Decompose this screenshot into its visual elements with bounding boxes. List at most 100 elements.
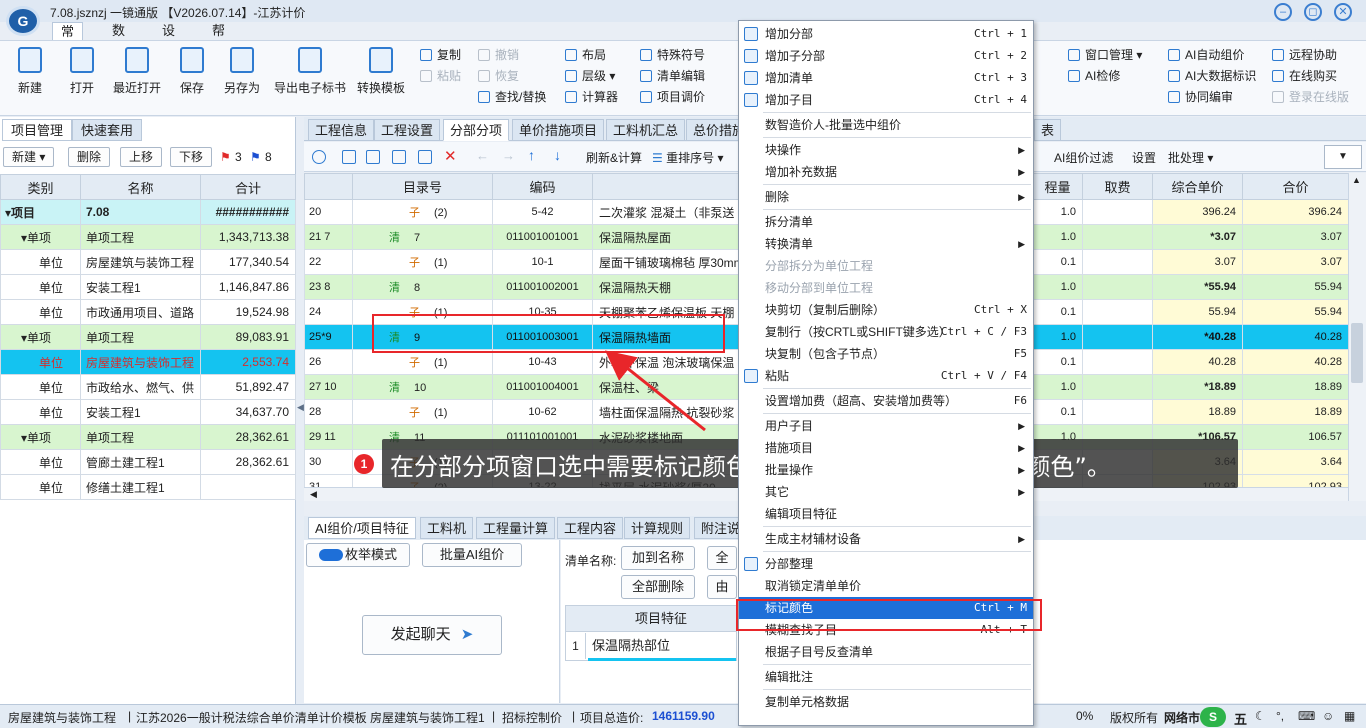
col-row-no[interactable] xyxy=(304,173,353,200)
menu-item[interactable]: 移动分部到单位工程 xyxy=(739,277,1033,299)
col-category[interactable]: 类别 xyxy=(0,174,81,200)
batch-button[interactable]: 批处理 ▾ xyxy=(1168,149,1213,166)
cell-unit-price[interactable]: *3.07 xyxy=(1152,224,1243,250)
tab-work-content[interactable]: 工程内容 xyxy=(557,517,624,539)
cell-fee[interactable] xyxy=(1082,249,1153,275)
level-button[interactable]: 层级 ▾ xyxy=(565,67,615,85)
red-flag-icon[interactable]: ⚑ xyxy=(220,150,231,164)
menu-item[interactable]: 增加清单 Ctrl + 3 xyxy=(739,67,1033,89)
cell-unit-price[interactable]: *55.94 xyxy=(1152,274,1243,300)
tab-quantity-calc[interactable]: 工程量计算 xyxy=(476,517,556,539)
cell-fee[interactable] xyxy=(1082,299,1153,325)
cell-amount[interactable]: 18.89 xyxy=(1242,374,1348,400)
tree-cell-name[interactable]: 7.08 xyxy=(80,199,201,225)
ime-logo-icon[interactable]: S xyxy=(1200,707,1226,727)
tree-cell-name[interactable]: 市政通用项目、道路 xyxy=(80,299,201,325)
cell-unit-price[interactable]: 18.89 xyxy=(1152,399,1243,425)
menu-item[interactable]: 转换清单 ▶ xyxy=(739,233,1033,255)
cell-dir-no[interactable]: 子 (1) xyxy=(352,399,493,425)
menu-item[interactable]: 数智造价人-批量选中组价 xyxy=(739,114,1033,136)
tab-reports[interactable]: 表 xyxy=(1034,119,1062,141)
menu-item[interactable]: 用户子目 ▶ xyxy=(739,415,1033,437)
cell-quantity[interactable]: 1.0 xyxy=(1032,374,1083,400)
copy-button[interactable]: 复制 xyxy=(420,46,461,64)
tree-cell-name[interactable]: 修缮土建工程1 xyxy=(80,474,201,500)
cell-code[interactable]: 10-1 xyxy=(492,249,593,275)
feature-row-text[interactable]: 保温隔热部位 xyxy=(592,633,670,659)
menu-tab-common[interactable]: 常用 xyxy=(52,22,84,57)
cell-quantity[interactable]: 0.1 xyxy=(1032,399,1083,425)
tree-cell-total[interactable]: 89,083.91 xyxy=(200,324,296,350)
ai-autoprice-button[interactable]: AI自动组价 xyxy=(1168,46,1244,64)
tree-cell-total[interactable]: 1,146,847.86 xyxy=(200,274,296,300)
cell-unit-price[interactable]: *18.89 xyxy=(1152,374,1243,400)
tree-cell-total[interactable]: 2,553.74 xyxy=(200,349,296,375)
cell-code[interactable]: 011001001001 xyxy=(492,224,593,250)
menu-item[interactable]: 生成主材辅材设备 ▶ xyxy=(739,528,1033,550)
cell-quantity[interactable]: 1.0 xyxy=(1032,274,1083,300)
tree-cell-name[interactable]: 市政给水、燃气、供 xyxy=(80,374,201,400)
cell-unit-price[interactable]: 55.94 xyxy=(1152,299,1243,325)
tree-cell-total[interactable]: ########### xyxy=(200,199,296,225)
cell-unit-price[interactable]: *40.28 xyxy=(1152,324,1243,350)
user-icon[interactable]: ☺ xyxy=(1322,709,1334,723)
cell-amount[interactable]: 40.28 xyxy=(1242,349,1348,375)
cell-unit-price[interactable]: 40.28 xyxy=(1152,349,1243,375)
tab-labor-material[interactable]: 工料机 xyxy=(420,517,474,539)
online-buy-button[interactable]: 在线购买 xyxy=(1272,67,1337,85)
delete-icon[interactable]: ✕ xyxy=(444,147,457,165)
new-button[interactable]: 新建 xyxy=(18,47,42,96)
cell-quantity[interactable]: 1.0 xyxy=(1032,324,1083,350)
menu-item[interactable]: 复制单元格数据 xyxy=(739,691,1033,713)
menu-item[interactable]: 增加子分部 Ctrl + 2 xyxy=(739,45,1033,67)
delete-all-button[interactable]: 全部删除 xyxy=(621,575,695,599)
tab-labor-material-summary[interactable]: 工料机汇总 xyxy=(606,119,686,141)
collapse-left-icon[interactable]: ◀ xyxy=(297,402,304,413)
menu-item[interactable]: 增加子目 Ctrl + 4 xyxy=(739,89,1033,111)
cell-row-no[interactable]: 29 11 xyxy=(304,424,353,450)
cell-dir-no[interactable]: 子 (1) xyxy=(352,349,493,375)
tab-divisional-items[interactable]: 分部分项 xyxy=(443,119,510,141)
tree-cell-name[interactable]: 安装工程1 xyxy=(80,399,201,425)
tree-cell-category[interactable]: 单位 xyxy=(0,399,81,425)
export-bid-button[interactable]: 导出电子标书 xyxy=(274,47,346,96)
tree-cell-category[interactable]: 单位 xyxy=(0,349,81,375)
cell-code[interactable]: 10-43 xyxy=(492,349,593,375)
punct-icon[interactable]: °, xyxy=(1276,709,1284,723)
cell-row-no[interactable]: 25*9 xyxy=(304,324,353,350)
refresh-calc-button[interactable]: 刷新&计算 xyxy=(586,149,642,166)
batch-ai-pricing-button[interactable]: 批量AI组价 xyxy=(422,543,522,567)
col-total[interactable]: 合计 xyxy=(200,174,296,200)
convert-template-button[interactable]: 转换模板 xyxy=(357,47,405,96)
cell-amount[interactable]: 106.57 xyxy=(1242,424,1348,450)
tree-cell-total[interactable]: 177,340.54 xyxy=(200,249,296,275)
menu-item[interactable]: 设置增加费（超高、安装增加费等） F6 xyxy=(739,390,1033,412)
scroll-up-icon[interactable]: ▲ xyxy=(1352,175,1361,185)
special-symbol-button[interactable]: 特殊符号 xyxy=(640,46,705,64)
cell-row-no[interactable]: 27 10 xyxy=(304,374,353,400)
tree-cell-total[interactable]: 19,524.98 xyxy=(200,299,296,325)
tree-row[interactable]: 单位 修缮土建工程1 xyxy=(0,474,296,500)
col-amount[interactable]: 合价 xyxy=(1242,173,1348,200)
enum-mode-toggle[interactable]: 枚举模式 xyxy=(306,543,410,567)
cell-amount[interactable]: 3.64 xyxy=(1242,449,1348,475)
menu-item[interactable]: 块操作 ▶ xyxy=(739,139,1033,161)
insert-sub-icon[interactable] xyxy=(366,150,380,164)
add-to-name-button[interactable]: 加到名称 xyxy=(621,546,695,570)
arrow-left-icon[interactable]: ← xyxy=(476,148,489,163)
cell-row-no[interactable]: 28 xyxy=(304,399,353,425)
cell-fee[interactable] xyxy=(1082,324,1153,350)
tree-cell-name[interactable]: 单项工程 xyxy=(80,424,201,450)
cell-row-no[interactable]: 23 8 xyxy=(304,274,353,300)
col-name[interactable]: 名称 xyxy=(80,174,201,200)
cell-amount[interactable]: 18.89 xyxy=(1242,399,1348,425)
tree-cell-category[interactable]: 单位 xyxy=(0,299,81,325)
col-fee[interactable]: 取费 xyxy=(1082,173,1153,200)
tree-cell-total[interactable]: 28,362.61 xyxy=(200,424,296,450)
recent-open-button[interactable]: 最近打开 xyxy=(113,47,161,96)
view-icon[interactable] xyxy=(312,150,326,164)
cell-code[interactable]: 5-42 xyxy=(492,199,593,225)
cell-quantity[interactable]: 1.0 xyxy=(1032,224,1083,250)
tree-cell-category[interactable]: 单位 xyxy=(0,274,81,300)
tree-row[interactable]: ▾单项 单项工程 28,362.61 xyxy=(0,424,296,450)
